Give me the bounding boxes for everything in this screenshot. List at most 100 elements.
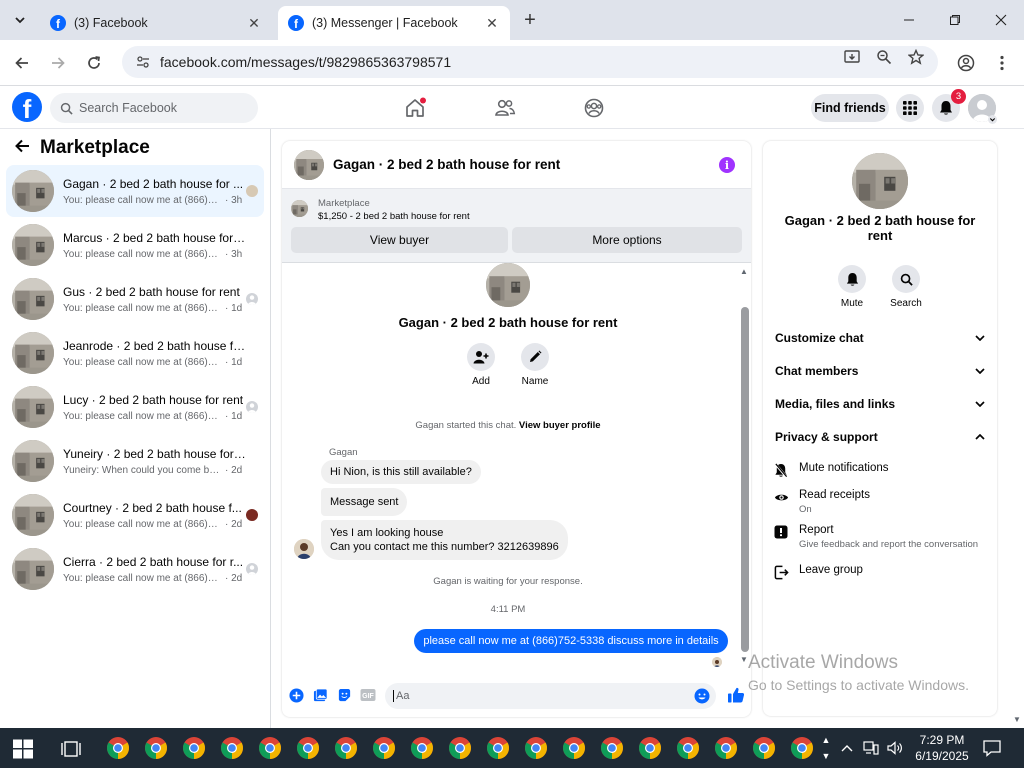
- conversation-list-panel: Marketplace Gagan · 2 bed 2 bath house f…: [0, 129, 271, 728]
- site-info-icon[interactable]: [134, 53, 152, 71]
- emoji-icon[interactable]: [694, 688, 710, 704]
- mute-button[interactable]: Mute: [822, 265, 882, 309]
- facebook-logo-icon[interactable]: f: [12, 92, 42, 122]
- more-options-button[interactable]: More options: [512, 227, 742, 253]
- minimize-button[interactable]: [886, 0, 932, 40]
- search-input[interactable]: [79, 101, 239, 115]
- sender-avatar[interactable]: [294, 539, 314, 559]
- search-in-chat-button[interactable]: Search: [876, 265, 936, 309]
- send-like-button[interactable]: [726, 685, 746, 705]
- omnibox[interactable]: facebook.com/messages/t/9829865363798571: [122, 46, 938, 78]
- new-tab-button[interactable]: +: [518, 8, 542, 32]
- zoom-icon[interactable]: [873, 46, 895, 68]
- reload-button[interactable]: [81, 50, 107, 76]
- incoming-message[interactable]: Yes I am looking house Can you contact m…: [321, 520, 568, 560]
- windows-start-icon[interactable]: [12, 738, 34, 760]
- view-buyer-profile-link[interactable]: View buyer profile: [519, 420, 601, 431]
- chrome-taskbar-icon[interactable]: [144, 736, 168, 760]
- conversation-item[interactable]: Lucy · 2 bed 2 bath house for rent You: …: [6, 381, 264, 433]
- scroll-down-icon[interactable]: ▼: [1013, 715, 1021, 724]
- listing-price[interactable]: $1,250 - 2 bed 2 bath house for rent: [318, 211, 470, 222]
- chat-title[interactable]: Gagan · 2 bed 2 bath house for rent: [333, 157, 560, 172]
- install-app-icon[interactable]: [841, 46, 863, 68]
- edit-name-button[interactable]: Name: [508, 343, 562, 387]
- tab-search-dropdown[interactable]: [6, 6, 34, 34]
- back-arrow-icon[interactable]: [14, 138, 30, 159]
- conversation-item[interactable]: Jeanrode · 2 bed 2 bath house for ... Yo…: [6, 327, 264, 379]
- chrome-taskbar-icon[interactable]: [182, 736, 206, 760]
- display-icon[interactable]: [862, 739, 880, 757]
- chrome-taskbar-icon[interactable]: [714, 736, 738, 760]
- find-friends-button[interactable]: Find friends: [811, 94, 889, 122]
- listing-thumbnail[interactable]: [294, 149, 324, 180]
- forward-button[interactable]: [45, 50, 71, 76]
- chevron-down-icon[interactable]: [988, 115, 997, 124]
- chrome-taskbar-icon[interactable]: [790, 736, 814, 760]
- message-input[interactable]: [393, 690, 683, 702]
- chrome-taskbar-icon[interactable]: [676, 736, 700, 760]
- section-chat-members[interactable]: Chat members: [775, 359, 987, 383]
- back-button[interactable]: [9, 50, 35, 76]
- volume-icon[interactable]: [886, 739, 904, 757]
- chrome-taskbar-icon[interactable]: [106, 736, 130, 760]
- bell-icon: [846, 272, 858, 286]
- chrome-taskbar-icon[interactable]: [524, 736, 548, 760]
- chrome-taskbar-icon[interactable]: [486, 736, 510, 760]
- add-people-button[interactable]: Add: [454, 343, 508, 387]
- view-buyer-button[interactable]: View buyer: [291, 227, 508, 253]
- tab-facebook[interactable]: f (3) Facebook ✕: [40, 6, 272, 40]
- system-clock[interactable]: 7:29 PM 6/19/2025: [912, 732, 972, 764]
- browser-menu-button[interactable]: [989, 50, 1015, 76]
- section-customize-chat[interactable]: Customize chat: [775, 326, 987, 350]
- section-privacy-support[interactable]: Privacy & support: [775, 425, 987, 449]
- home-nav-button[interactable]: [402, 95, 428, 121]
- conversation-item[interactable]: Gagan · 2 bed 2 bath house for ... You: …: [6, 165, 264, 217]
- section-media-files-links[interactable]: Media, files and links: [775, 392, 987, 416]
- gif-button[interactable]: GIF: [360, 687, 376, 703]
- chrome-taskbar-icon[interactable]: [258, 736, 282, 760]
- groups-nav-button[interactable]: [581, 95, 607, 121]
- conversation-item[interactable]: Yuneiry · 2 bed 2 bath house for re... Y…: [6, 435, 264, 487]
- menu-button[interactable]: [896, 94, 924, 122]
- friends-nav-button[interactable]: [492, 95, 518, 121]
- conversation-item[interactable]: Marcus · 2 bed 2 bath house for rent You…: [6, 219, 264, 271]
- incoming-message[interactable]: Hi Nion, is this still available?: [321, 460, 481, 484]
- chrome-taskbar-icon[interactable]: [752, 736, 776, 760]
- chrome-taskbar-icon[interactable]: [448, 736, 472, 760]
- notification-center-icon[interactable]: [982, 738, 1002, 758]
- tab-messenger[interactable]: f (3) Messenger | Facebook ✕: [278, 6, 510, 40]
- taskbar-overflow-chevron[interactable]: ▲ ▼: [818, 728, 834, 768]
- facebook-search[interactable]: [50, 93, 258, 123]
- sticker-button[interactable]: [336, 687, 352, 703]
- incoming-message[interactable]: Message sent: [321, 488, 408, 516]
- more-actions-button[interactable]: [288, 687, 304, 703]
- chrome-taskbar-icon[interactable]: [600, 736, 624, 760]
- profile-button[interactable]: [953, 50, 979, 76]
- mute-notifications-item[interactable]: Mute notifications: [773, 462, 993, 478]
- leave-group-item[interactable]: Leave group: [773, 564, 993, 580]
- chrome-taskbar-icon[interactable]: [638, 736, 662, 760]
- read-receipts-item[interactable]: Read receipts On: [773, 489, 993, 515]
- chrome-taskbar-icon[interactable]: [410, 736, 434, 760]
- close-tab-icon[interactable]: ✕: [484, 15, 500, 31]
- chrome-taskbar-icon[interactable]: [334, 736, 358, 760]
- chrome-taskbar-icon[interactable]: [296, 736, 320, 760]
- restore-button[interactable]: [932, 0, 978, 40]
- page-scrollbar[interactable]: ▼: [1010, 129, 1024, 728]
- chrome-taskbar-icon[interactable]: [562, 736, 586, 760]
- message-input-wrap[interactable]: [385, 683, 716, 709]
- task-view-icon[interactable]: [60, 738, 82, 760]
- conversation-item[interactable]: Cierra · 2 bed 2 bath house for r... You…: [6, 543, 264, 595]
- conversation-item[interactable]: Gus · 2 bed 2 bath house for rent You: p…: [6, 273, 264, 325]
- chrome-taskbar-icon[interactable]: [372, 736, 396, 760]
- info-icon[interactable]: i: [719, 157, 735, 173]
- bookmark-star-icon[interactable]: [905, 46, 927, 68]
- close-tab-icon[interactable]: ✕: [246, 15, 262, 31]
- chrome-taskbar-icon[interactable]: [220, 736, 244, 760]
- conversation-item[interactable]: Courtney · 2 bed 2 bath house f... You: …: [6, 489, 264, 541]
- attach-photo-button[interactable]: [312, 687, 328, 703]
- close-window-button[interactable]: [978, 0, 1024, 40]
- chevron-up-icon[interactable]: [838, 739, 856, 757]
- outgoing-message[interactable]: please call now me at (866)752-5338 disc…: [414, 629, 728, 653]
- report-item[interactable]: Report Give feedback and report the conv…: [773, 524, 993, 550]
